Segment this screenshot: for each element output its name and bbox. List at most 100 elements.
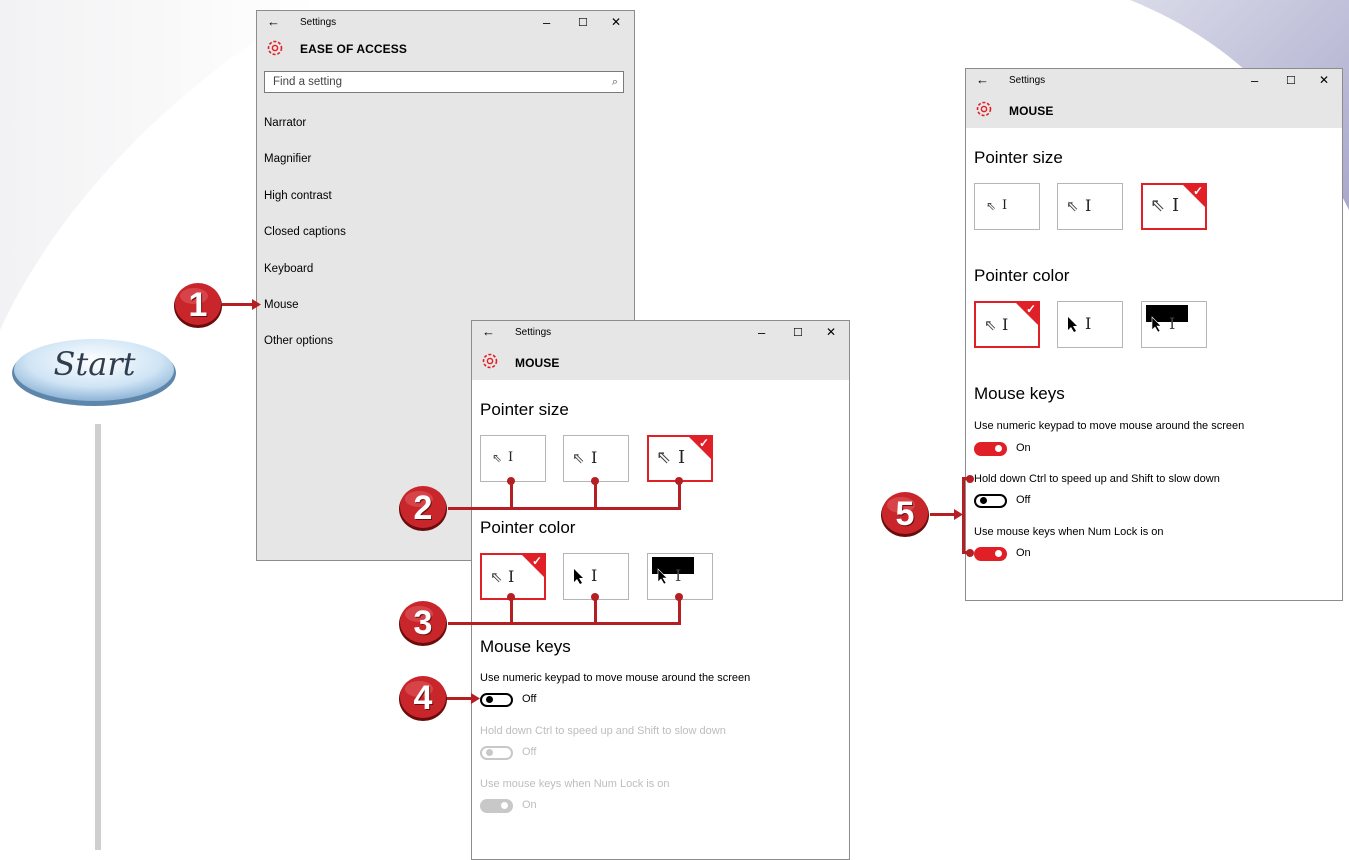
text-cursor-icon: I	[591, 448, 598, 467]
start-label: Start	[53, 345, 136, 383]
minimize-icon[interactable]: –	[758, 325, 765, 340]
page-title: MOUSE	[1009, 104, 1054, 118]
title-bar: ← Settings – ☐ ✕	[257, 11, 634, 35]
num-lock-toggle[interactable]	[974, 547, 1007, 561]
pointer-size-small[interactable]: ⇖ I	[974, 183, 1040, 230]
search-input[interactable]: Find a setting ⌕	[264, 71, 624, 93]
text-cursor-icon: I	[675, 566, 682, 585]
pointer-arrow-icon: ⇖	[984, 317, 997, 334]
nav-item-keyboard[interactable]: Keyboard	[264, 263, 313, 275]
minimize-icon[interactable]: –	[543, 15, 550, 30]
step-badge-1: 1	[173, 281, 223, 329]
page-title: EASE OF ACCESS	[300, 42, 407, 56]
text-cursor-icon: I	[1085, 196, 1092, 215]
numeric-keypad-toggle[interactable]	[480, 693, 513, 707]
numeric-keypad-toggle[interactable]	[974, 442, 1007, 456]
pointer-size-medium[interactable]: ⇖ I	[563, 435, 629, 482]
mouse-keys-heading: Mouse keys	[480, 637, 571, 656]
pointer-size-small[interactable]: ⇖ I	[480, 435, 546, 482]
text-cursor-icon: I	[1085, 314, 1092, 333]
pointer-arrow-icon: ⇖	[572, 450, 585, 467]
close-icon[interactable]: ✕	[611, 15, 621, 29]
page-header: MOUSE	[966, 93, 1342, 128]
callout-3-branch-b	[594, 597, 597, 624]
pointer-arrow-icon: ⇖	[492, 451, 503, 465]
toggle-state: On	[522, 799, 537, 811]
flow-line	[95, 424, 101, 850]
setting-label-num-lock: Use mouse keys when Num Lock is on	[480, 778, 670, 790]
pointer-arrow-icon	[574, 569, 583, 584]
close-icon[interactable]: ✕	[1319, 73, 1329, 87]
mouse-keys-heading: Mouse keys	[974, 384, 1065, 403]
step-badge-5: 5	[880, 490, 930, 538]
pointer-color-heading: Pointer color	[480, 518, 576, 537]
step-number: 3	[413, 604, 433, 642]
nav-item-mouse[interactable]: Mouse	[264, 299, 299, 311]
callout-3-branch-c	[678, 597, 681, 624]
toggle-state: Off	[522, 693, 537, 705]
back-arrow-icon[interactable]: ←	[267, 14, 280, 29]
pointer-size-medium[interactable]: ⇖ I	[1057, 183, 1123, 230]
back-arrow-icon[interactable]: ←	[976, 72, 989, 87]
pointer-color-black[interactable]: I	[1057, 301, 1123, 348]
maximize-icon[interactable]: ☐	[1286, 74, 1296, 87]
callout-5-dot-bottom	[966, 549, 974, 557]
setting-label-num-lock: Use mouse keys when Num Lock is on	[974, 526, 1164, 538]
toggle-state: Off	[1016, 494, 1031, 506]
window-title: Settings	[515, 327, 552, 338]
pointer-color-inverted[interactable]: I	[1141, 301, 1207, 348]
text-cursor-icon: I	[1169, 314, 1176, 333]
nav-item-closed-captions[interactable]: Closed captions	[264, 226, 346, 238]
toggle-state: On	[1016, 442, 1031, 454]
nav-item-magnifier[interactable]: Magnifier	[264, 153, 311, 165]
step-badge-2: 2	[398, 484, 448, 532]
nav-item-other-options[interactable]: Other options	[264, 335, 333, 347]
pointer-arrow-icon: ⇖	[1066, 198, 1079, 215]
text-cursor-icon: I	[591, 566, 598, 585]
nav-item-narrator[interactable]: Narrator	[264, 117, 306, 129]
checkmark-icon: ✓	[698, 436, 709, 450]
maximize-icon[interactable]: ☐	[578, 16, 588, 29]
maximize-icon[interactable]: ☐	[793, 326, 803, 339]
minimize-icon[interactable]: –	[1251, 73, 1258, 88]
window-title: Settings	[300, 17, 337, 28]
callout-3-dot-c	[675, 593, 683, 601]
ctrl-shift-toggle[interactable]	[974, 494, 1007, 508]
gear-icon	[482, 353, 498, 369]
pointer-arrow-icon: ⇖	[490, 569, 503, 586]
callout-2-leader	[448, 507, 681, 510]
callout-5-bracket	[962, 477, 965, 554]
callout-5-dot-top	[966, 475, 974, 483]
setting-label-numeric-keypad: Use numeric keypad to move mouse around …	[480, 672, 751, 684]
checkmark-icon: ✓	[1192, 184, 1203, 198]
checkmark-icon: ✓	[531, 554, 542, 568]
search-placeholder: Find a setting	[273, 76, 343, 88]
pointer-size-large-selected[interactable]: ✓ ⇖ I	[647, 435, 713, 482]
text-cursor-icon: I	[678, 447, 686, 468]
setting-label-ctrl-shift: Hold down Ctrl to speed up and Shift to …	[480, 725, 726, 737]
num-lock-toggle[interactable]	[480, 799, 513, 813]
step-number: 2	[413, 489, 433, 527]
callout-2-dot-b	[591, 477, 599, 485]
close-icon[interactable]: ✕	[826, 325, 836, 339]
nav-item-high-contrast[interactable]: High contrast	[264, 190, 332, 202]
page-header: EASE OF ACCESS	[257, 35, 634, 65]
gear-icon	[976, 101, 992, 117]
callout-4-arrowhead	[471, 693, 480, 704]
callout-3-dot-a	[507, 593, 515, 601]
text-cursor-icon: I	[508, 450, 514, 465]
callout-1-arrowhead	[252, 299, 261, 310]
pointer-arrow-icon: ⇖	[656, 447, 672, 467]
pointer-arrow-icon: ⇖	[986, 199, 997, 213]
ctrl-shift-toggle[interactable]	[480, 746, 513, 760]
step-badge-3: 3	[398, 599, 448, 647]
pointer-size-large-selected[interactable]: ✓ ⇖ I	[1141, 183, 1207, 230]
checkmark-icon: ✓	[1025, 302, 1036, 316]
pointer-color-white-selected[interactable]: ✓ ⇖ I	[974, 301, 1040, 348]
pointer-arrow-icon: ⇖	[1150, 195, 1166, 215]
text-cursor-icon: I	[1002, 198, 1008, 213]
window-title: Settings	[1009, 75, 1046, 86]
step-badge-4: 4	[398, 674, 448, 722]
step-number: 5	[895, 495, 915, 533]
back-arrow-icon[interactable]: ←	[482, 324, 495, 339]
